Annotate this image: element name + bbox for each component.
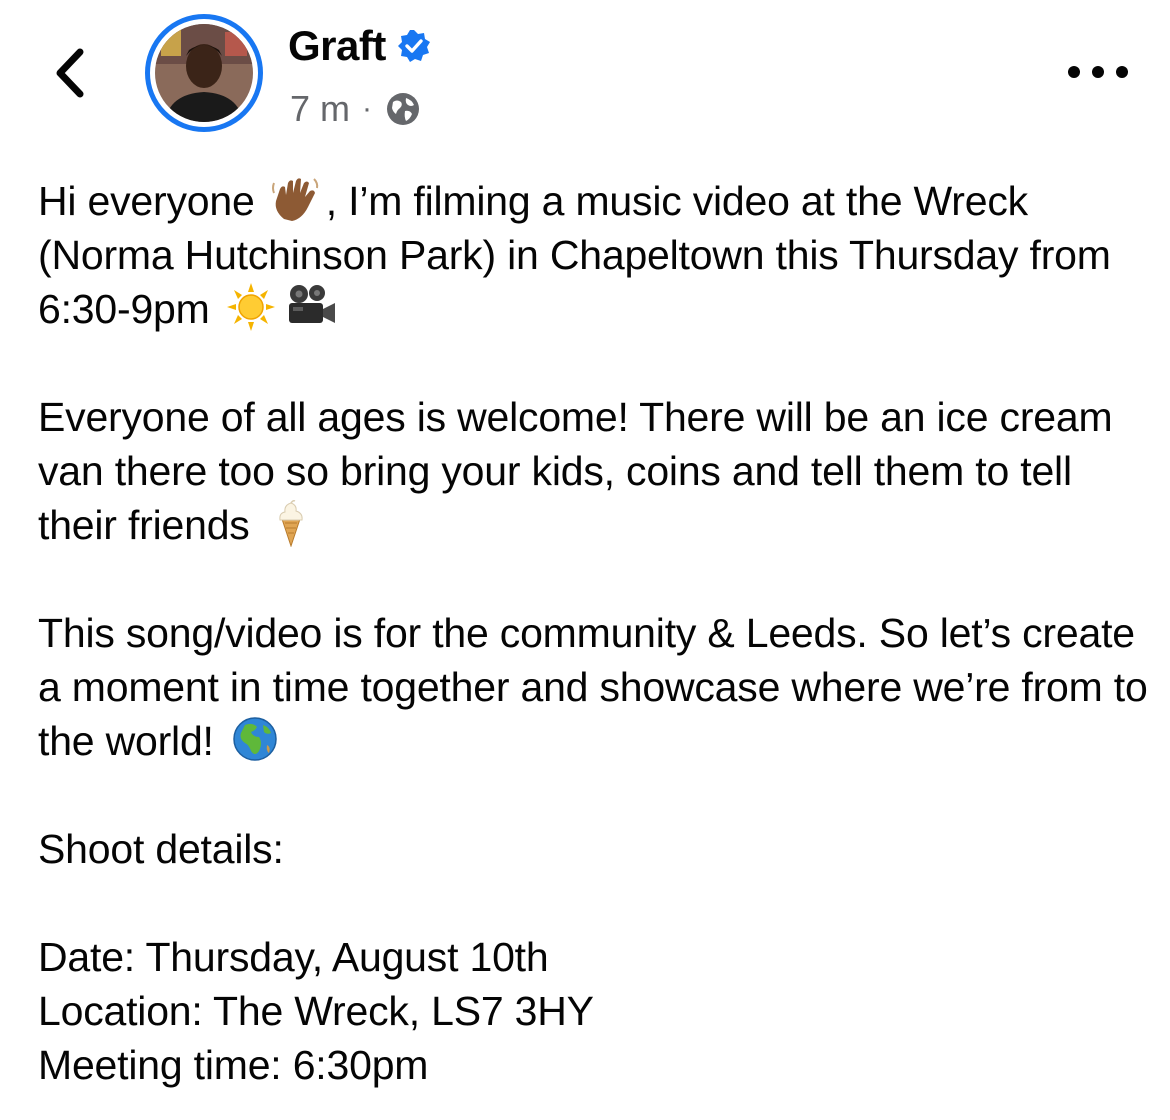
author-avatar[interactable] xyxy=(145,14,263,132)
waving-hand-icon xyxy=(270,175,322,223)
ice-cream-icon xyxy=(265,499,317,547)
globe-icon[interactable] xyxy=(384,90,422,128)
more-options-icon xyxy=(1116,66,1128,78)
post-timestamp[interactable]: 7 m xyxy=(290,88,350,130)
meta-separator: · xyxy=(362,92,373,125)
author-name-row[interactable]: Graft xyxy=(288,22,432,70)
chevron-left-icon xyxy=(56,48,84,98)
detail-meeting-time: Meeting time: 6:30pm xyxy=(38,1042,429,1088)
more-options-button[interactable] xyxy=(1068,58,1128,86)
post-paragraph: Shoot details: xyxy=(38,826,284,872)
author-name[interactable]: Graft xyxy=(288,22,386,70)
avatar-photo xyxy=(155,24,253,122)
post-body: Hi everyone , I’m filming a music video … xyxy=(38,174,1148,1092)
verified-badge-icon xyxy=(397,30,430,62)
detail-location: Location: The Wreck, LS7 3HY xyxy=(38,988,594,1034)
movie-camera-icon xyxy=(285,283,337,331)
post-paragraph: Everyone of all ages is welcome! There w… xyxy=(38,394,1113,548)
post-paragraph: This song/video is for the community & L… xyxy=(38,610,1148,764)
earth-globe-icon xyxy=(229,715,281,763)
post-meta: 7 m · xyxy=(290,88,422,130)
detail-date: Date: Thursday, August 10th xyxy=(38,934,549,980)
post-paragraph: Hi everyone , I’m filming a music video … xyxy=(38,174,1148,336)
shoot-details: Date: Thursday, August 10th Location: Th… xyxy=(38,930,1148,1092)
more-options-icon xyxy=(1092,66,1104,78)
more-options-icon xyxy=(1068,66,1080,78)
sun-icon xyxy=(225,283,277,331)
back-button[interactable] xyxy=(48,46,92,100)
